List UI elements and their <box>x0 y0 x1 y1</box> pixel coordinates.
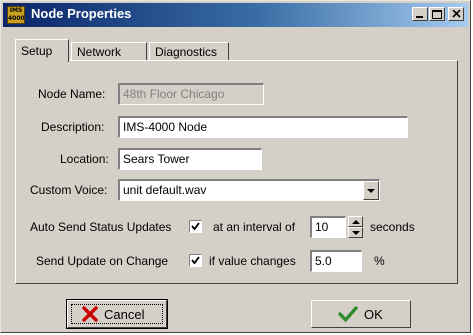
title-bar[interactable]: IMS 4000 Node Properties <box>3 3 468 27</box>
custom-voice-value: unit default.wav <box>123 183 207 197</box>
tab-setup[interactable]: Setup <box>15 39 69 62</box>
update-change-checkbox[interactable] <box>189 254 202 267</box>
interval-field[interactable]: 10 <box>310 216 346 238</box>
cancel-label: Cancel <box>104 307 145 322</box>
ok-button[interactable]: OK <box>311 300 411 328</box>
close-button[interactable] <box>448 7 464 21</box>
description-field[interactable]: IMS-4000 Node <box>118 116 408 138</box>
checkmark-icon <box>191 222 200 231</box>
interval-unit: seconds <box>370 220 415 234</box>
close-icon <box>452 10 461 18</box>
node-name-field[interactable]: 48th Floor Chicago <box>118 83 264 105</box>
custom-voice-label: Custom Voice: <box>30 183 108 197</box>
tab-network[interactable]: Network <box>71 42 147 61</box>
auto-send-label: Auto Send Status Updates <box>30 220 172 234</box>
interval-stepper[interactable] <box>348 216 363 238</box>
node-name-label: Node Name: <box>38 87 106 101</box>
description-label: Description: <box>41 120 105 134</box>
setup-panel: Node Name: 48th Floor Chicago Descriptio… <box>15 60 458 284</box>
app-icon-text-top: IMS <box>9 7 23 14</box>
update-change-label: Send Update on Change <box>36 254 169 268</box>
value-changes-field[interactable]: 5.0 <box>310 250 362 272</box>
cancel-x-icon <box>82 306 98 322</box>
minimize-button[interactable] <box>412 7 428 21</box>
maximize-button[interactable] <box>429 7 445 21</box>
value-changes-unit: % <box>374 254 385 268</box>
app-icon: IMS 4000 <box>7 6 25 24</box>
auto-send-checkbox[interactable] <box>189 220 202 233</box>
interval-label: at an interval of <box>213 220 296 234</box>
node-properties-window: IMS 4000 Node Properties Setup Network D… <box>0 0 471 333</box>
dropdown-arrow-icon[interactable] <box>363 181 379 200</box>
checkmark-icon <box>338 306 358 322</box>
spin-down-icon[interactable] <box>348 227 363 238</box>
tab-diagnostics[interactable]: Diagnostics <box>149 42 229 61</box>
spin-up-icon[interactable] <box>348 216 363 227</box>
app-icon-text-bottom: 4000 <box>8 15 25 22</box>
ok-label: OK <box>364 307 383 322</box>
checkmark-icon <box>191 256 200 265</box>
value-changes-label: if value changes <box>209 254 296 268</box>
window-title: Node Properties <box>31 6 132 21</box>
custom-voice-select[interactable]: unit default.wav <box>118 179 380 201</box>
cancel-button[interactable]: Cancel <box>66 299 168 329</box>
location-field[interactable]: Sears Tower <box>118 148 262 170</box>
location-label: Location: <box>60 152 109 166</box>
